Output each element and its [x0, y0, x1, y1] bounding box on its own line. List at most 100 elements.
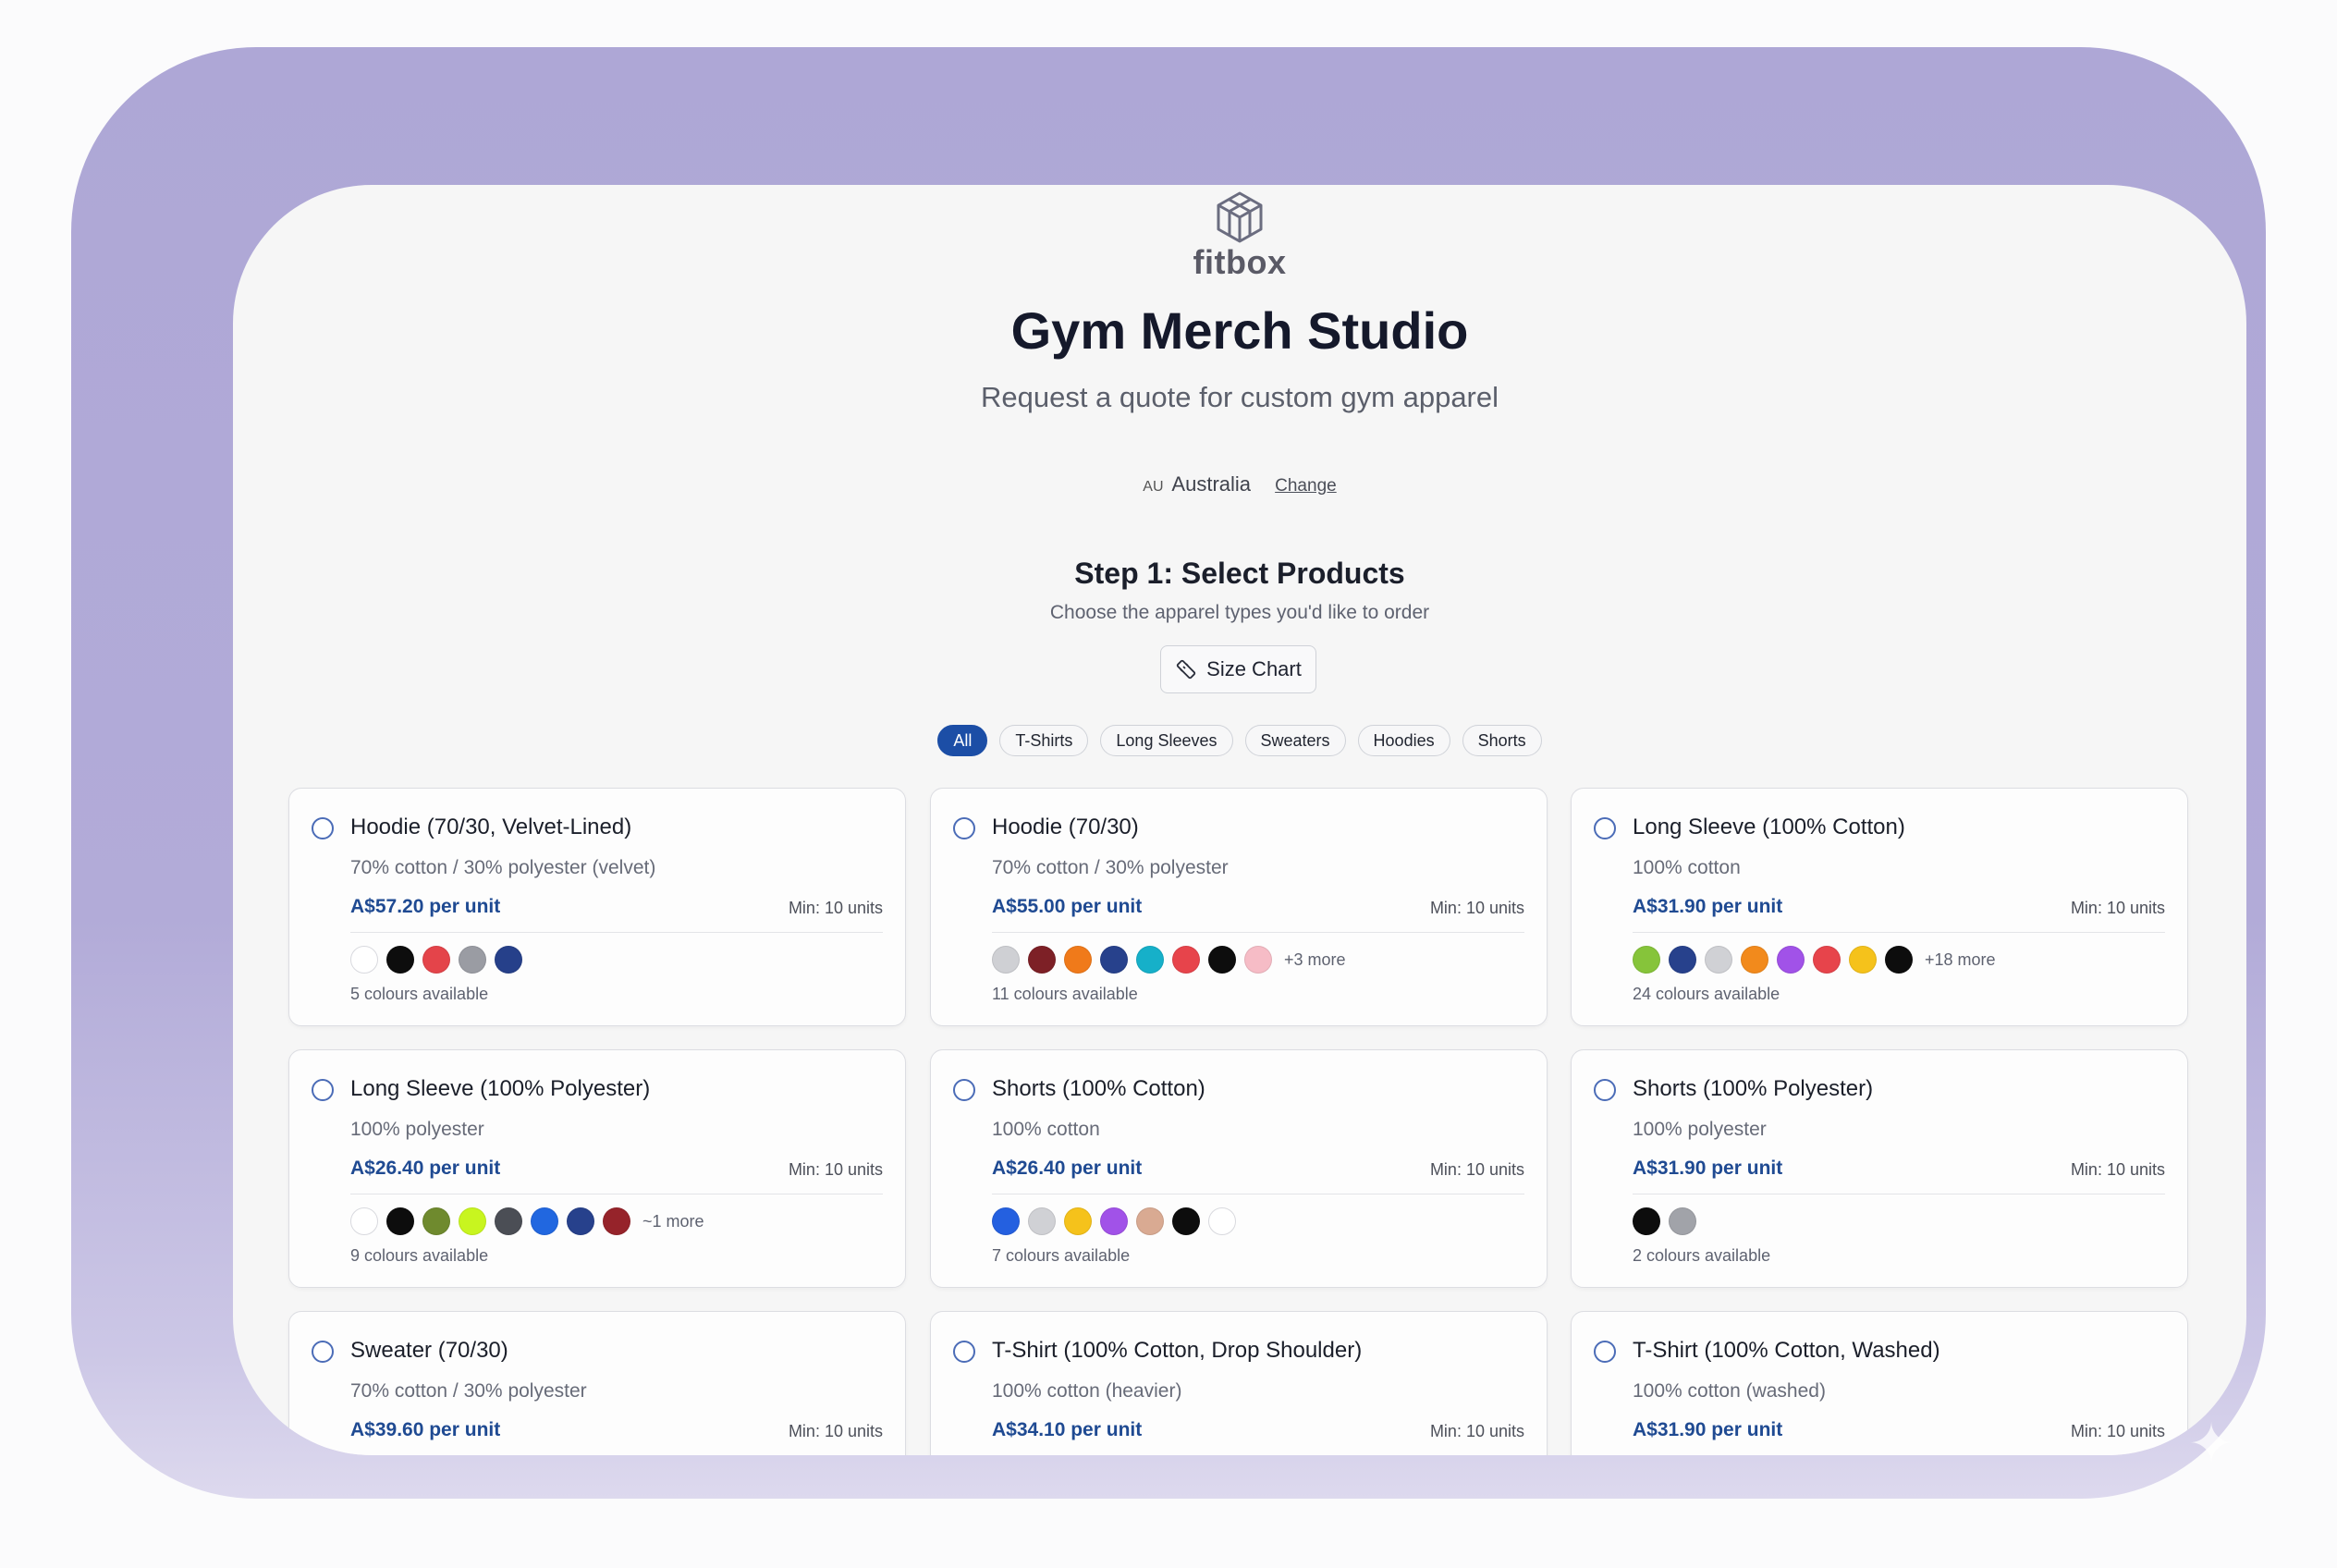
colour-swatch[interactable]: [1885, 946, 1913, 974]
product-price: A$31.90 per unit: [1633, 1419, 1783, 1440]
min-units: Min: 10 units: [788, 899, 883, 917]
colour-swatch[interactable]: [386, 1207, 414, 1235]
select-radio[interactable]: [953, 1079, 975, 1101]
min-units: Min: 10 units: [1429, 1160, 1524, 1179]
colour-swatch[interactable]: [350, 1207, 378, 1235]
colour-swatch[interactable]: [386, 946, 414, 974]
colour-swatch[interactable]: [459, 1207, 486, 1235]
product-price: A$55.00 per unit: [992, 896, 1143, 917]
product-card[interactable]: Hoodie (70/30) 70% cotton / 30% polyeste…: [930, 788, 1548, 1026]
product-price: A$31.90 per unit: [1633, 896, 1783, 917]
colour-count: 9 colours available: [350, 1246, 489, 1265]
colour-swatch[interactable]: [1136, 1207, 1164, 1235]
size-chart-button[interactable]: Size Chart: [1160, 645, 1316, 693]
colour-swatch[interactable]: [1064, 946, 1092, 974]
product-card[interactable]: T-Shirt (100% Cotton, Washed) 100% cotto…: [1571, 1311, 2188, 1455]
colour-swatch[interactable]: [1669, 1207, 1696, 1235]
colour-swatch[interactable]: [1136, 946, 1164, 974]
colour-swatch[interactable]: [1705, 946, 1732, 974]
filter-sweaters[interactable]: Sweaters: [1244, 725, 1346, 756]
colour-swatch[interactable]: [1813, 946, 1841, 974]
divider: [350, 932, 883, 933]
colour-swatch[interactable]: [1741, 946, 1768, 974]
colour-swatch[interactable]: [1100, 946, 1128, 974]
product-card[interactable]: Sweater (70/30) 70% cotton / 30% polyest…: [288, 1311, 906, 1455]
colour-swatch[interactable]: [603, 1207, 630, 1235]
colour-swatch[interactable]: [1208, 946, 1236, 974]
filter-long-sleeves[interactable]: Long Sleeves: [1100, 725, 1233, 756]
product-name: Hoodie (70/30, Velvet-Lined): [350, 815, 632, 839]
colour-swatch[interactable]: [1028, 946, 1056, 974]
divider: [1633, 932, 2165, 933]
product-price: A$31.90 per unit: [1633, 1158, 1783, 1179]
product-price: A$26.40 per unit: [992, 1158, 1143, 1179]
select-radio[interactable]: [1594, 1079, 1616, 1101]
colour-swatch[interactable]: [992, 1207, 1020, 1235]
product-name: T-Shirt (100% Cotton, Drop Shoulder): [992, 1338, 1363, 1363]
colour-swatch[interactable]: [1633, 1207, 1660, 1235]
select-radio[interactable]: [312, 817, 334, 839]
select-radio[interactable]: [312, 1079, 334, 1101]
product-price: A$57.20 per unit: [350, 896, 501, 917]
product-card[interactable]: Shorts (100% Polyester) 100% polyester A…: [1571, 1049, 2188, 1288]
colour-swatch[interactable]: [531, 1207, 558, 1235]
colour-swatch[interactable]: [1777, 946, 1805, 974]
select-radio[interactable]: [1594, 817, 1616, 839]
select-radio[interactable]: [953, 1341, 975, 1363]
colour-swatches: ~1 more: [350, 1207, 704, 1235]
product-card[interactable]: T-Shirt (100% Cotton, Drop Shoulder) 100…: [930, 1311, 1548, 1455]
colour-swatch[interactable]: [422, 1207, 450, 1235]
step-subtitle: Choose the apparel types you'd like to o…: [1049, 602, 1430, 623]
product-card[interactable]: Shorts (100% Cotton) 100% cotton A$26.40…: [930, 1049, 1548, 1288]
colour-swatch[interactable]: [1244, 946, 1272, 974]
product-card[interactable]: Hoodie (70/30, Velvet-Lined) 70% cotton …: [288, 788, 906, 1026]
product-price: A$26.40 per unit: [350, 1158, 501, 1179]
colour-swatch[interactable]: [350, 946, 378, 974]
product-name: Shorts (100% Cotton): [992, 1076, 1205, 1101]
product-material: 100% cotton: [1633, 857, 1741, 878]
colour-swatch[interactable]: [1669, 946, 1696, 974]
colour-swatch[interactable]: [1100, 1207, 1128, 1235]
fitbox-logo-icon: [1217, 191, 1263, 243]
min-units: Min: 10 units: [788, 1160, 883, 1179]
category-filters: All T-Shirts Long Sleeves Sweaters Hoodi…: [233, 725, 2246, 756]
colour-swatch[interactable]: [495, 1207, 522, 1235]
colour-swatch[interactable]: [567, 1207, 594, 1235]
min-units: Min: 10 units: [2070, 899, 2165, 917]
min-units: Min: 10 units: [1429, 899, 1524, 917]
select-radio[interactable]: [1594, 1341, 1616, 1363]
filter-hoodies[interactable]: Hoodies: [1357, 725, 1450, 756]
product-card[interactable]: Long Sleeve (100% Cotton) 100% cotton A$…: [1571, 788, 2188, 1026]
page-subtitle: Request a quote for custom gym apparel: [980, 381, 1499, 413]
colour-swatch[interactable]: [1208, 1207, 1236, 1235]
colour-swatch[interactable]: [1028, 1207, 1056, 1235]
ruler-icon: [1176, 659, 1196, 680]
change-region-link[interactable]: Change: [1275, 476, 1337, 496]
product-card[interactable]: Long Sleeve (100% Polyester) 100% polyes…: [288, 1049, 906, 1288]
colour-swatch[interactable]: [1633, 946, 1660, 974]
colour-swatches: [1633, 1207, 1696, 1235]
colour-swatch[interactable]: [1172, 1207, 1200, 1235]
filter-all[interactable]: All: [937, 725, 988, 756]
product-material: 100% cotton (heavier): [992, 1380, 1182, 1402]
filter-t-shirts[interactable]: T-Shirts: [999, 725, 1089, 756]
colour-swatch[interactable]: [1172, 946, 1200, 974]
product-name: T-Shirt (100% Cotton, Washed): [1633, 1338, 1940, 1363]
region-name: Australia: [1171, 472, 1252, 496]
more-colours-label: +18 more: [1925, 949, 1996, 969]
colour-swatches: +18 more: [1633, 946, 1996, 974]
product-material: 100% polyester: [1633, 1119, 1767, 1140]
select-radio[interactable]: [953, 817, 975, 839]
colour-swatch[interactable]: [422, 946, 450, 974]
app-screen: fitbox Gym Merch Studio Request a quote …: [233, 185, 2246, 1455]
colour-swatch[interactable]: [1849, 946, 1877, 974]
colour-swatch[interactable]: [459, 946, 486, 974]
product-name: Sweater (70/30): [350, 1338, 508, 1363]
colour-swatch[interactable]: [495, 946, 522, 974]
product-material: 70% cotton / 30% polyester (velvet): [350, 857, 656, 878]
select-radio[interactable]: [312, 1341, 334, 1363]
product-name: Hoodie (70/30): [992, 815, 1139, 839]
filter-shorts[interactable]: Shorts: [1462, 725, 1542, 756]
colour-swatch[interactable]: [1064, 1207, 1092, 1235]
colour-swatch[interactable]: [992, 946, 1020, 974]
